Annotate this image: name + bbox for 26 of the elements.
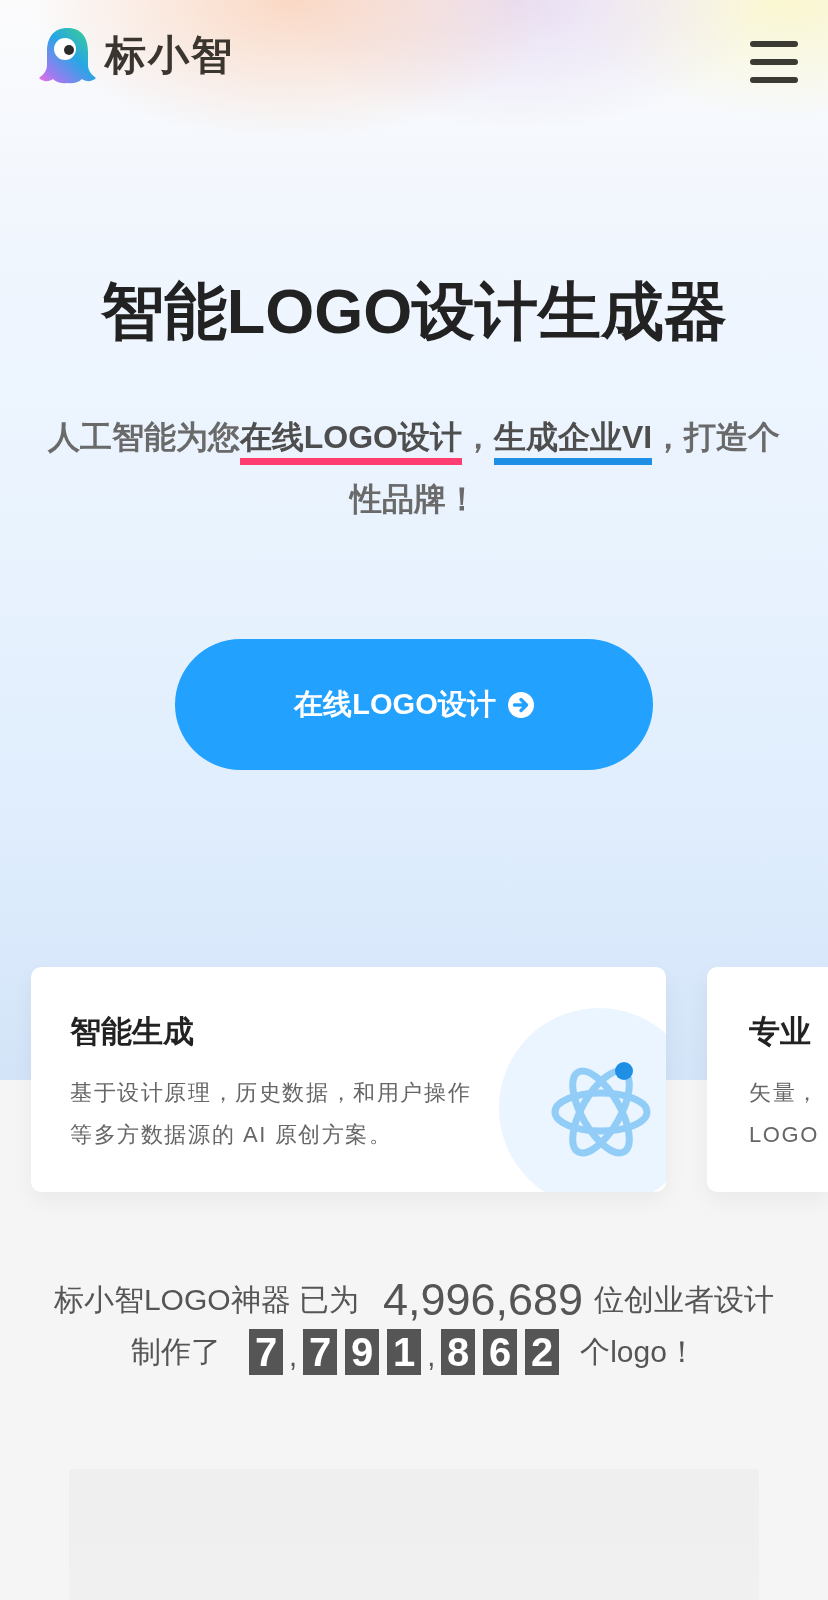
- counter-digit: 9: [345, 1329, 380, 1375]
- arrow-circle-icon: [507, 691, 534, 718]
- designer-count: 4,996,689: [382, 1274, 584, 1326]
- feature-title: 专业: [749, 1013, 812, 1051]
- feature-title: 智能生成: [70, 1013, 195, 1051]
- counter-separator: ,: [289, 1339, 298, 1374]
- counter-digit: 2: [525, 1329, 560, 1375]
- counter-digit: 1: [387, 1329, 422, 1375]
- counter-digit: 8: [441, 1329, 476, 1375]
- hero-subtitle: 人工智能为您在线LOGO设计，生成企业VI，打造个性品牌！: [46, 418, 782, 519]
- menu-icon[interactable]: [750, 41, 798, 83]
- counter-digit: 6: [483, 1329, 518, 1375]
- stats-text: 标小智LOGO神器 已为: [53, 1282, 359, 1318]
- hero-title: 智能LOGO设计生成器: [99, 275, 729, 348]
- logo-link[interactable]: 标小智: [39, 27, 234, 84]
- feature-description: LOGO: [749, 1121, 820, 1149]
- stats-text: 个logo！: [580, 1334, 697, 1370]
- counter-digit: 7: [303, 1329, 338, 1375]
- logo-icon: [39, 27, 96, 84]
- counter-digit: 7: [249, 1329, 284, 1375]
- stats-text: 制作了: [131, 1334, 222, 1370]
- atom-icon: [499, 1008, 666, 1192]
- feature-description: 矢量，: [749, 1079, 821, 1107]
- counter-separator: ,: [427, 1339, 436, 1374]
- stats-text: 位创业者设计: [594, 1282, 775, 1318]
- feature-description: 基于设计原理，历史数据，和用户操作等多方数据源的 AI 原创方案。: [70, 1079, 473, 1149]
